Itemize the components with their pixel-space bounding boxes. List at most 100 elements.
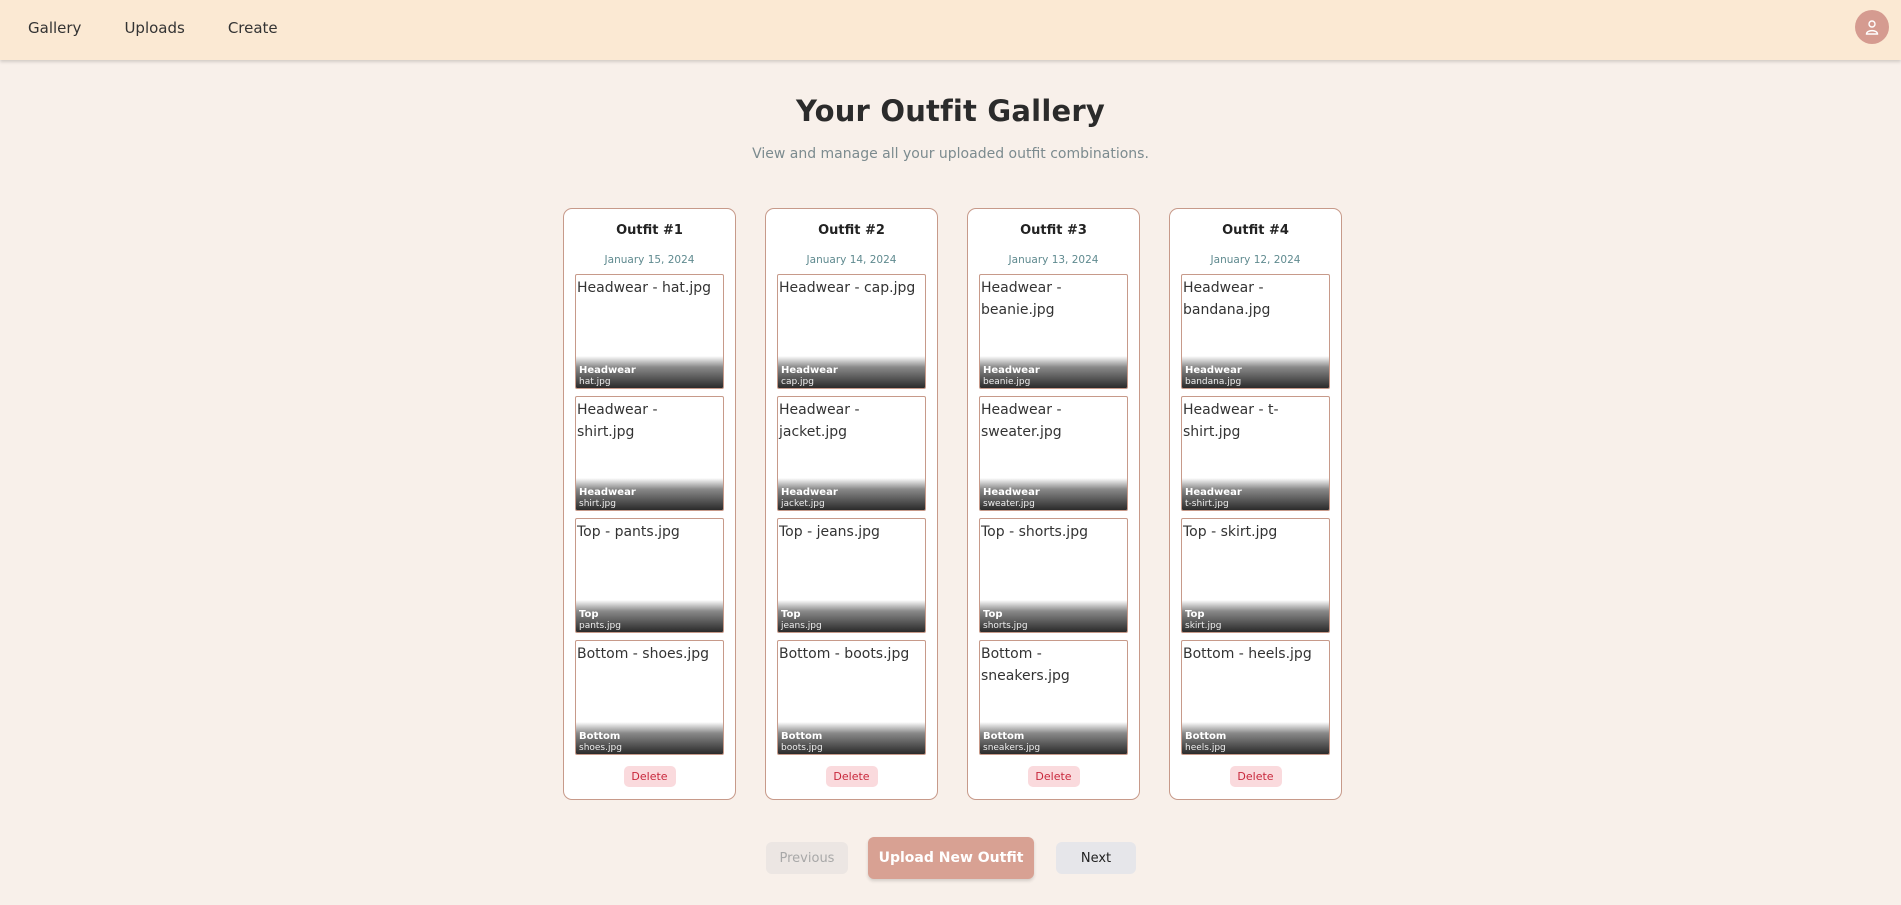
outfit-items: Headwear - bandana.jpg Headwear bandana.…	[1181, 274, 1330, 762]
item-filename: shorts.jpg	[983, 621, 1028, 631]
outfit-item-image[interactable]: Headwear - t-shirt.jpg Headwear t-shirt.…	[1181, 396, 1330, 511]
outfit-item-image[interactable]: Headwear - beanie.jpg Headwear beanie.jp…	[979, 274, 1128, 389]
top-navbar: Gallery Uploads Create	[0, 0, 1901, 60]
outfit-items: Headwear - beanie.jpg Headwear beanie.jp…	[979, 274, 1128, 762]
outfit-item-image[interactable]: Top - shorts.jpg Top shorts.jpg	[979, 518, 1128, 633]
item-category: Top	[579, 609, 599, 620]
user-icon	[1865, 20, 1879, 35]
outfit-item-image[interactable]: Top - skirt.jpg Top skirt.jpg	[1181, 518, 1330, 633]
item-caption-overlay: Bottom heels.jpg	[1182, 722, 1329, 754]
nav-links: Gallery Uploads Create	[28, 0, 278, 56]
item-caption-overlay: Headwear sweater.jpg	[980, 478, 1127, 510]
outfit-item-image[interactable]: Bottom - shoes.jpg Bottom shoes.jpg	[575, 640, 724, 755]
image-alt-text: Top - pants.jpg	[577, 524, 680, 540]
outfit-date: January 12, 2024	[1210, 254, 1301, 266]
image-alt-text: Bottom - heels.jpg	[1183, 646, 1312, 662]
item-category: Headwear	[1185, 487, 1242, 498]
item-caption-overlay: Bottom shoes.jpg	[576, 722, 723, 754]
outfit-date: January 15, 2024	[604, 254, 695, 266]
image-alt-text: Top - jeans.jpg	[779, 524, 880, 540]
item-filename: sweater.jpg	[983, 499, 1035, 509]
pagination-bar: Previous Upload New Outfit Next	[0, 837, 1901, 879]
nav-link-uploads[interactable]: Uploads	[124, 19, 184, 37]
item-caption-overlay: Top pants.jpg	[576, 600, 723, 632]
outfit-item-image[interactable]: Top - pants.jpg Top pants.jpg	[575, 518, 724, 633]
outfit-item-image[interactable]: Bottom - sneakers.jpg Bottom sneakers.jp…	[979, 640, 1128, 755]
image-alt-text: Headwear - shirt.jpg	[577, 402, 658, 440]
item-caption-overlay: Bottom sneakers.jpg	[980, 722, 1127, 754]
outfit-card: Outfit #4 January 12, 2024 Headwear - ba…	[1169, 208, 1342, 800]
outfit-card: Outfit #2 January 14, 2024 Headwear - ca…	[765, 208, 938, 800]
delete-button[interactable]: Delete	[1229, 766, 1282, 787]
image-alt-text: Top - shorts.jpg	[981, 524, 1088, 540]
nav-link-create[interactable]: Create	[228, 19, 278, 37]
outfit-item-image[interactable]: Headwear - jacket.jpg Headwear jacket.jp…	[777, 396, 926, 511]
outfit-item-image[interactable]: Headwear - bandana.jpg Headwear bandana.…	[1181, 274, 1330, 389]
outfit-item-image[interactable]: Headwear - hat.jpg Headwear hat.jpg	[575, 274, 724, 389]
item-category: Headwear	[781, 365, 838, 376]
outfit-title: Outfit #3	[1020, 223, 1087, 238]
item-filename: skirt.jpg	[1185, 621, 1222, 631]
avatar[interactable]	[1855, 10, 1889, 44]
image-alt-text: Headwear - bandana.jpg	[1183, 280, 1271, 318]
outfit-item-image[interactable]: Headwear - shirt.jpg Headwear shirt.jpg	[575, 396, 724, 511]
page-title: Your Outfit Gallery	[796, 94, 1105, 128]
delete-button[interactable]: Delete	[623, 766, 676, 787]
item-filename: boots.jpg	[781, 743, 823, 753]
item-category: Headwear	[983, 365, 1040, 376]
image-alt-text: Headwear - jacket.jpg	[779, 402, 860, 440]
outfit-date: January 14, 2024	[806, 254, 897, 266]
item-category: Top	[781, 609, 801, 620]
outfit-items: Headwear - cap.jpg Headwear cap.jpg Head…	[777, 274, 926, 762]
image-alt-text: Headwear - hat.jpg	[577, 280, 712, 296]
outfit-card: Outfit #3 January 13, 2024 Headwear - be…	[967, 208, 1140, 800]
image-alt-text: Bottom - sneakers.jpg	[981, 646, 1070, 684]
outfit-title: Outfit #4	[1222, 223, 1289, 238]
outfit-grid: Outfit #1 January 15, 2024 Headwear - ha…	[563, 208, 1342, 800]
item-caption-overlay: Headwear cap.jpg	[778, 356, 925, 388]
outfit-item-image[interactable]: Headwear - sweater.jpg Headwear sweater.…	[979, 396, 1128, 511]
item-filename: shirt.jpg	[579, 499, 616, 509]
next-button[interactable]: Next	[1056, 842, 1136, 874]
item-caption-overlay: Headwear beanie.jpg	[980, 356, 1127, 388]
delete-button[interactable]: Delete	[825, 766, 878, 787]
outfit-item-image[interactable]: Headwear - cap.jpg Headwear cap.jpg	[777, 274, 926, 389]
item-category: Headwear	[983, 487, 1040, 498]
item-filename: heels.jpg	[1185, 743, 1226, 753]
item-category: Bottom	[983, 731, 1025, 742]
item-caption-overlay: Top jeans.jpg	[778, 600, 925, 632]
item-category: Top	[1185, 609, 1205, 620]
item-category: Headwear	[1185, 365, 1242, 376]
item-category: Headwear	[781, 487, 838, 498]
image-alt-text: Headwear - beanie.jpg	[981, 280, 1062, 318]
item-filename: sneakers.jpg	[983, 743, 1041, 753]
outfit-item-image[interactable]: Bottom - boots.jpg Bottom boots.jpg	[777, 640, 926, 755]
item-filename: jacket.jpg	[781, 499, 825, 509]
item-category: Headwear	[579, 487, 636, 498]
item-filename: bandana.jpg	[1185, 377, 1242, 387]
outfit-item-image[interactable]: Top - jeans.jpg Top jeans.jpg	[777, 518, 926, 633]
image-alt-text: Top - skirt.jpg	[1183, 524, 1278, 540]
item-caption-overlay: Top skirt.jpg	[1182, 600, 1329, 632]
outfit-item-image[interactable]: Bottom - heels.jpg Bottom heels.jpg	[1181, 640, 1330, 755]
image-alt-text: Bottom - shoes.jpg	[577, 646, 710, 662]
outfit-title: Outfit #2	[818, 223, 885, 238]
item-category: Headwear	[579, 365, 636, 376]
item-filename: pants.jpg	[579, 621, 621, 631]
item-caption-overlay: Top shorts.jpg	[980, 600, 1127, 632]
previous-button[interactable]: Previous	[766, 842, 848, 874]
item-filename: cap.jpg	[781, 377, 814, 387]
delete-button[interactable]: Delete	[1027, 766, 1080, 787]
item-filename: beanie.jpg	[983, 377, 1031, 387]
outfit-card: Outfit #1 January 15, 2024 Headwear - ha…	[563, 208, 736, 800]
item-filename: hat.jpg	[579, 377, 611, 387]
item-category: Bottom	[579, 731, 621, 742]
image-alt-text: Headwear - cap.jpg	[779, 280, 916, 296]
image-alt-text: Bottom - boots.jpg	[779, 646, 910, 662]
item-filename: shoes.jpg	[579, 743, 622, 753]
nav-link-gallery[interactable]: Gallery	[28, 19, 81, 37]
upload-new-outfit-button[interactable]: Upload New Outfit	[868, 837, 1034, 879]
outfit-items: Headwear - hat.jpg Headwear hat.jpg Head…	[575, 274, 724, 762]
outfit-title: Outfit #1	[616, 223, 683, 238]
page-subtitle: View and manage all your uploaded outfit…	[752, 146, 1149, 162]
